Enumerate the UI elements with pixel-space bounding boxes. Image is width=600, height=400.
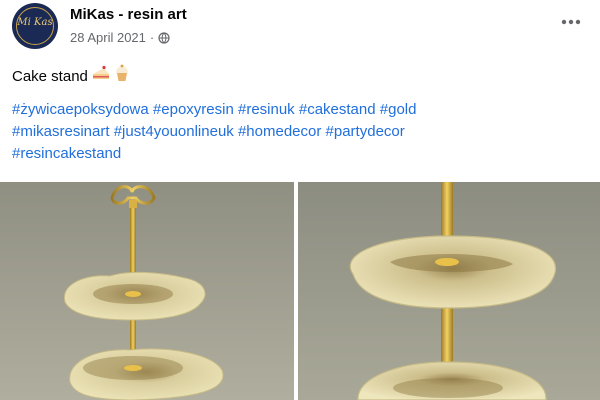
cake-stand-photo-closeup[interactable]: [298, 182, 600, 400]
more-options-icon[interactable]: [558, 9, 584, 35]
hashtag-link[interactable]: #epoxyresin: [153, 101, 234, 118]
hashtag-link[interactable]: #resincakestand: [12, 145, 121, 162]
post-date[interactable]: 28 April 2021: [70, 30, 146, 45]
hashtag-link[interactable]: #resinuk: [238, 101, 295, 118]
avatar-logo-text: Mi Kas: [17, 17, 53, 28]
post-header: Mi Kas MiKas - resin art 28 April 2021 ·: [12, 3, 588, 53]
hashtag-link[interactable]: #partydecor: [326, 123, 405, 140]
hashtag-link[interactable]: #cakestand: [299, 101, 376, 118]
post-body: Cake stand #żywicaepoksydowa #epoxyresin…: [12, 64, 588, 165]
post-meta: 28 April 2021 ·: [70, 30, 170, 45]
cupcake-icon: [114, 64, 130, 89]
hashtag-link[interactable]: #just4youonlineuk: [114, 123, 234, 140]
hashtag-list: #żywicaepoksydowa #epoxyresin #resinuk #…: [12, 99, 588, 165]
post-title: Cake stand: [12, 67, 88, 85]
hashtag-link[interactable]: #żywicaepoksydowa: [12, 101, 149, 118]
globe-icon[interactable]: [158, 31, 170, 44]
cake-stand-photo-full[interactable]: [0, 182, 294, 400]
page-avatar[interactable]: Mi Kas: [12, 3, 58, 49]
hashtag-link[interactable]: #mikasresinart: [12, 123, 110, 140]
photo-grid: [0, 182, 600, 400]
hashtag-link[interactable]: #homedecor: [238, 123, 321, 140]
page-name-link[interactable]: MiKas - resin art: [70, 6, 187, 23]
cake-slice-icon: [92, 65, 110, 88]
meta-separator: ·: [149, 30, 155, 45]
post-title-line: Cake stand: [12, 64, 588, 89]
hashtag-link[interactable]: #gold: [380, 101, 417, 118]
